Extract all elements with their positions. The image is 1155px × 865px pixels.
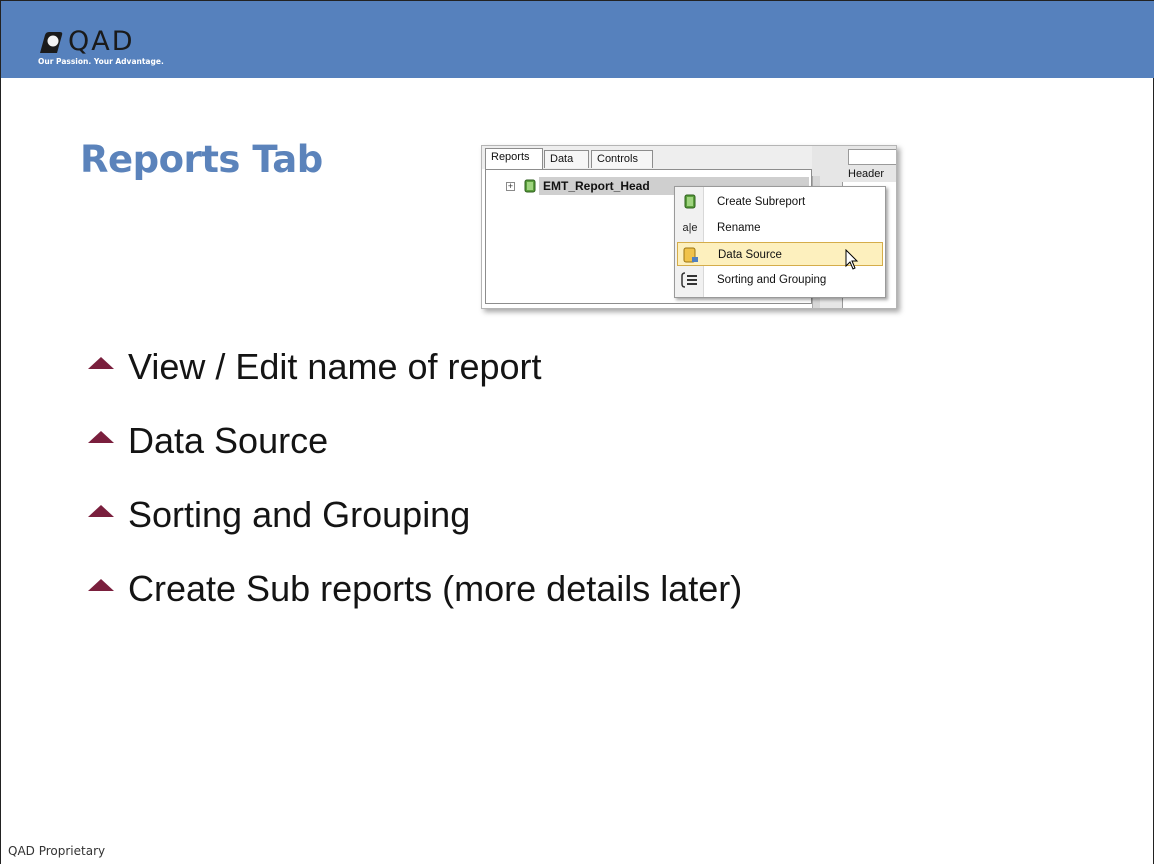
database-icon	[524, 179, 536, 193]
sorting-grouping-icon	[681, 272, 697, 288]
menu-item-label: Data Source	[718, 249, 782, 261]
menu-item-rename[interactable]: a|e Rename	[677, 216, 883, 240]
mouse-pointer-icon	[845, 249, 859, 270]
menu-item-label: Rename	[717, 222, 761, 234]
triangle-bullet-icon	[88, 579, 114, 591]
logo-tagline: Our Passion. Your Advantage.	[38, 57, 164, 66]
menu-item-create-subreport[interactable]: Create Subreport	[677, 190, 883, 214]
triangle-bullet-icon	[88, 357, 114, 369]
qad-logo-icon	[40, 32, 63, 53]
rename-icon: a|e	[682, 222, 698, 234]
property-input[interactable]	[848, 149, 896, 165]
logo-wordmark: QAD	[68, 26, 135, 57]
context-menu: Create Subreport a|e Rename Data Source …	[674, 186, 886, 298]
footer-text: QAD Proprietary	[8, 844, 106, 858]
subreport-icon	[684, 194, 696, 209]
tab-data[interactable]: Data	[544, 150, 589, 168]
bullet-text: Create Sub reports (more details later)	[128, 568, 743, 609]
bullet-text: View / Edit name of report	[128, 346, 542, 387]
header-section-label: Header	[848, 168, 885, 180]
header-band: QAD Our Passion. Your Advantage.	[1, 1, 1154, 78]
tree-expand-icon[interactable]: +	[506, 182, 515, 191]
tab-reports[interactable]: Reports	[485, 148, 543, 169]
slide-title: Reports Tab	[80, 138, 323, 181]
triangle-bullet-icon	[88, 431, 114, 443]
tab-controls[interactable]: Controls	[591, 150, 653, 168]
tab-strip: Reports Data Controls	[482, 146, 822, 169]
triangle-bullet-icon	[88, 505, 114, 517]
bullet-text: Sorting and Grouping	[128, 494, 471, 535]
data-source-icon	[683, 247, 698, 263]
menu-item-label: Sorting and Grouping	[717, 274, 827, 286]
menu-item-sorting-grouping[interactable]: Sorting and Grouping	[677, 268, 883, 292]
bullet-text: Data Source	[128, 420, 329, 461]
menu-item-label: Create Subreport	[717, 196, 806, 208]
